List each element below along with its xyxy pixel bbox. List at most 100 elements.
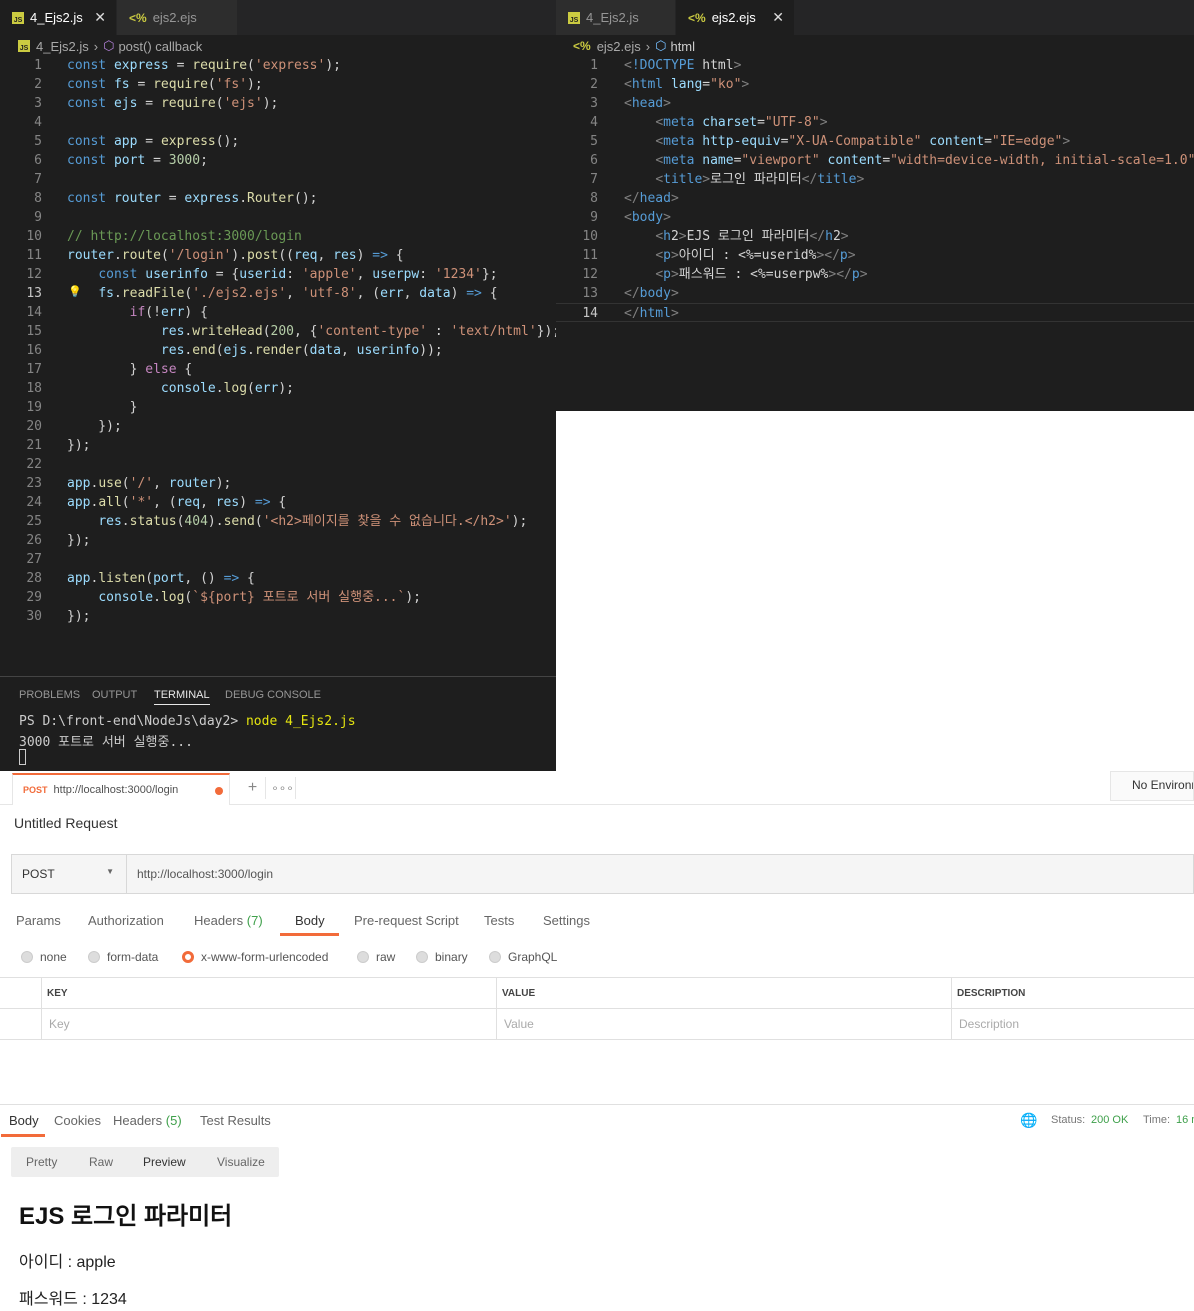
code-line[interactable]: 5 const app = express(); [0, 132, 556, 151]
code-line[interactable]: 14 if(!err) { [0, 303, 556, 322]
request-tab[interactable]: POST http://localhost:3000/login [12, 773, 230, 805]
more-tabs-icon[interactable]: ∘∘∘ [270, 777, 296, 799]
request-name[interactable]: Untitled Request [14, 815, 118, 831]
code-line[interactable]: 14 </html> [556, 303, 1194, 322]
code-line[interactable]: 29 console.log(`${port} 포트로 서버 실행중...`); [0, 588, 556, 607]
code-line[interactable]: 16 res.end(ejs.render(data, userinfo)); [0, 341, 556, 360]
code-line[interactable]: 9 [0, 208, 556, 227]
code-line[interactable]: 1 <!DOCTYPE html> [556, 56, 1194, 75]
code-line[interactable]: 7 [0, 170, 556, 189]
code-line[interactable]: 24 app.all('*', (req, res) => { [0, 493, 556, 512]
code-line[interactable]: 27 [0, 550, 556, 569]
tab-authorization[interactable]: Authorization [88, 913, 164, 928]
code-line[interactable]: 2 const fs = require('fs'); [0, 75, 556, 94]
radio-raw[interactable]: raw [357, 950, 395, 964]
code-text: <p>패스워드 : <%=userpw%></p> [655, 267, 868, 282]
value-input[interactable]: Value [504, 1017, 534, 1031]
tab-4-ejs2-js[interactable]: JS 4_Ejs2.js ✕ [0, 0, 116, 35]
code-line[interactable]: 4 <meta charset="UTF-8"> [556, 113, 1194, 132]
code-line[interactable]: 13 </body> [556, 284, 1194, 303]
breadcrumb-file[interactable]: 4_Ejs2.js [36, 39, 89, 54]
tab-ejs2-ejs[interactable]: <% ejs2.ejs [117, 0, 237, 35]
code-text: }); [67, 419, 122, 434]
tab-headers[interactable]: Headers (7) [194, 913, 263, 928]
resp-tab-test-results[interactable]: Test Results [200, 1113, 271, 1128]
code-line[interactable]: 5 <meta http-equiv="X-UA-Compatible" con… [556, 132, 1194, 151]
close-icon[interactable]: ✕ [94, 9, 106, 26]
code-line[interactable]: 21}); [0, 436, 556, 455]
col-divider [41, 978, 42, 1040]
time-value[interactable]: 16 ms [1176, 1114, 1194, 1126]
radio-graphql[interactable]: GraphQL [489, 950, 557, 964]
code-line[interactable]: 23 app.use('/', router); [0, 474, 556, 493]
code-line[interactable]: 12 const userinfo = {userid: 'apple', us… [0, 265, 556, 284]
key-input[interactable]: Key [49, 1017, 70, 1031]
code-line[interactable]: 13 fs.readFile('./ejs2.ejs', 'utf-8', (e… [0, 284, 556, 303]
code-line[interactable]: 4 [0, 113, 556, 132]
environment-selector[interactable]: No Environment [1110, 771, 1194, 801]
code-line[interactable]: 8 const router = express.Router(); [0, 189, 556, 208]
breadcrumb-symbol[interactable]: post() callback [118, 39, 202, 54]
tab-settings[interactable]: Settings [543, 913, 590, 928]
view-pretty[interactable]: Pretty [26, 1155, 57, 1169]
code-line[interactable]: 11 <p>아이디 : <%=userid%></p> [556, 246, 1194, 265]
terminal-cursor[interactable] [19, 749, 26, 765]
code-text: res.writeHead(200, {'content-type' : 'te… [160, 324, 556, 339]
close-icon[interactable]: ✕ [772, 9, 784, 26]
tab-debug-console[interactable]: DEBUG CONSOLE [225, 689, 321, 701]
tab-ejs2-ejs[interactable]: <% ejs2.ejs ✕ [676, 0, 794, 35]
radio-x-www-form-urlencoded[interactable]: x-www-form-urlencoded [182, 950, 328, 964]
tab-output[interactable]: OUTPUT [92, 689, 137, 701]
method-select[interactable]: POST ▼ [12, 855, 127, 893]
line-number: 24 [26, 495, 42, 510]
code-line[interactable]: 22 [0, 455, 556, 474]
tab-problems[interactable]: PROBLEMS [19, 689, 80, 701]
breadcrumb-file[interactable]: ejs2.ejs [597, 39, 641, 54]
code-line[interactable]: 20 }); [0, 417, 556, 436]
code-line[interactable]: 18 console.log(err); [0, 379, 556, 398]
code-line[interactable]: 3 const ejs = require('ejs'); [0, 94, 556, 113]
radio-none[interactable]: none [21, 950, 67, 964]
radio-form-data[interactable]: form-data [88, 950, 158, 964]
tab-terminal[interactable]: TERMINAL [154, 689, 210, 705]
code-line[interactable]: 30}); [0, 607, 556, 626]
code-line[interactable]: 26}); [0, 531, 556, 550]
view-visualize[interactable]: Visualize [217, 1155, 265, 1169]
code-line[interactable]: 10 // http://localhost:3000/login [0, 227, 556, 246]
code-line[interactable]: 6 <meta name="viewport" content="width=d… [556, 151, 1194, 170]
view-preview[interactable]: Preview [143, 1155, 186, 1169]
code-line[interactable]: 28 app.listen(port, () => { [0, 569, 556, 588]
tab-params[interactable]: Params [16, 913, 61, 928]
code-line[interactable]: 7 <title>로그인 파라미터</title> [556, 170, 1194, 189]
code-line[interactable]: 19 } [0, 398, 556, 417]
radio-binary[interactable]: binary [416, 950, 468, 964]
new-tab-plus-icon[interactable]: + [240, 777, 266, 799]
code-line[interactable]: 15 res.writeHead(200, {'content-type' : … [0, 322, 556, 341]
view-raw[interactable]: Raw [89, 1155, 113, 1169]
resp-tab-body[interactable]: Body [9, 1113, 39, 1128]
code-line[interactable]: 1 const express = require('express'); [0, 56, 556, 75]
code-line[interactable]: 17 } else { [0, 360, 556, 379]
code-line[interactable]: 8 </head> [556, 189, 1194, 208]
resp-tab-headers[interactable]: Headers (5) [113, 1113, 182, 1128]
resp-tab-cookies[interactable]: Cookies [54, 1113, 101, 1128]
code-line[interactable]: 10 <h2>EJS 로그인 파라미터</h2> [556, 227, 1194, 246]
url-input[interactable]: http://localhost:3000/login [137, 867, 273, 881]
code-line[interactable]: 2 <html lang="ko"> [556, 75, 1194, 94]
code-line[interactable]: 6 const port = 3000; [0, 151, 556, 170]
description-input[interactable]: Description [959, 1017, 1019, 1031]
lightbulb-icon[interactable]: 💡 [68, 285, 82, 298]
code-line[interactable]: 9 <body> [556, 208, 1194, 227]
tab-pre-request-script[interactable]: Pre-request Script [354, 913, 459, 928]
code-line[interactable]: 25 res.status(404).send('<h2>페이지를 찾을 수 없… [0, 512, 556, 531]
code-line[interactable]: 11 router.route('/login').post((req, res)… [0, 246, 556, 265]
js-file-icon: JS [18, 40, 30, 52]
status-badge[interactable]: 200 OK [1091, 1114, 1128, 1126]
globe-icon[interactable]: 🌐 [1020, 1112, 1037, 1129]
tab-tests[interactable]: Tests [484, 913, 514, 928]
code-line[interactable]: 3 <head> [556, 94, 1194, 113]
breadcrumb-symbol[interactable]: html [670, 39, 695, 54]
tab-body[interactable]: Body [295, 913, 325, 928]
tab-4-ejs2-js[interactable]: JS 4_Ejs2.js [556, 0, 675, 35]
code-line[interactable]: 12 <p>패스워드 : <%=userpw%></p> [556, 265, 1194, 284]
